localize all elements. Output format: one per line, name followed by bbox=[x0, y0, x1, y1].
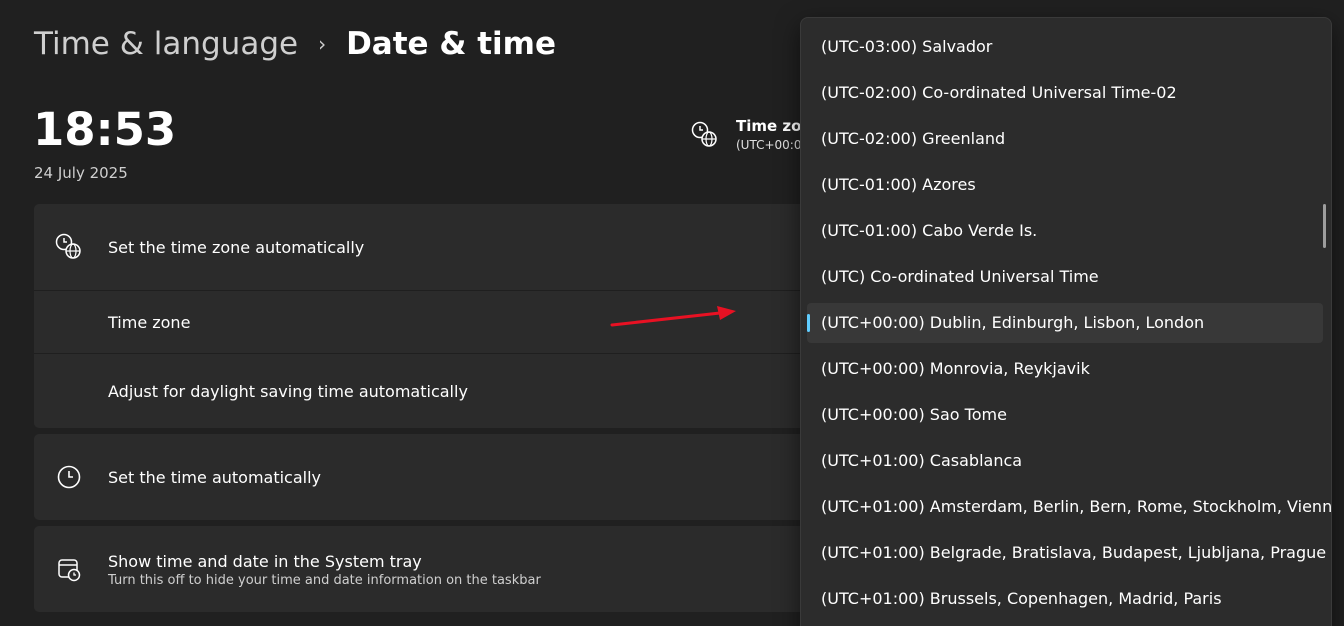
breadcrumb: Time & language › Date & time bbox=[34, 22, 556, 66]
current-time: 18:53 bbox=[33, 103, 177, 156]
timezone-option[interactable]: (UTC-02:00) Co-ordinated Universal Time-… bbox=[807, 73, 1323, 113]
timezone-option-label: (UTC+01:00) Amsterdam, Berlin, Bern, Rom… bbox=[821, 497, 1332, 516]
auto-time-card[interactable]: Set the time automatically bbox=[34, 434, 814, 520]
timezone-option-label: (UTC+01:00) Belgrade, Bratislava, Budape… bbox=[821, 543, 1327, 562]
system-tray-description: Turn this off to hide your time and date… bbox=[108, 573, 541, 588]
timezone-option-label: (UTC+00:00) Dublin, Edinburgh, Lisbon, L… bbox=[821, 313, 1205, 332]
timezone-option-label: (UTC-02:00) Co-ordinated Universal Time-… bbox=[821, 83, 1177, 102]
timezone-option[interactable]: (UTC+01:00) Casablanca bbox=[807, 441, 1323, 481]
timezone-option-label: (UTC-01:00) Azores bbox=[821, 175, 976, 194]
timezone-option[interactable]: (UTC-01:00) Cabo Verde Is. bbox=[807, 211, 1323, 251]
clock-globe-icon bbox=[54, 232, 84, 262]
calendar-clock-icon bbox=[54, 554, 84, 584]
timezone-summary-value: (UTC+00:0 bbox=[736, 138, 802, 152]
timezone-option-label: (UTC+01:00) Casablanca bbox=[821, 451, 1023, 470]
red-arrow-annotation bbox=[610, 306, 736, 327]
clock-globe-icon bbox=[690, 120, 720, 150]
system-tray-label: Show time and date in the System tray bbox=[108, 552, 422, 571]
date-time-settings-page: Time & language › Date & time 18:53 24 J… bbox=[0, 0, 1344, 626]
dropdown-scrollbar[interactable] bbox=[1323, 204, 1326, 248]
timezone-option-label: (UTC-02:00) Greenland bbox=[821, 129, 1006, 148]
timezone-dropdown-list[interactable]: (UTC-03:00) Salvador (UTC-02:00) Co-ordin… bbox=[800, 17, 1332, 626]
timezone-option[interactable]: (UTC-01:00) Azores bbox=[807, 165, 1323, 205]
daylight-saving-row[interactable]: Adjust for daylight saving time automati… bbox=[34, 354, 814, 428]
auto-timezone-label: Set the time zone automatically bbox=[108, 238, 365, 257]
timezone-summary-title: Time zo bbox=[736, 117, 802, 135]
auto-time-label: Set the time automatically bbox=[108, 468, 322, 487]
auto-timezone-row[interactable]: Set the time zone automatically bbox=[34, 204, 814, 291]
timezone-option[interactable]: (UTC+01:00) Amsterdam, Berlin, Bern, Rom… bbox=[807, 487, 1331, 527]
timezone-option[interactable]: (UTC+01:00) Brussels, Copenhagen, Madrid… bbox=[807, 579, 1323, 619]
breadcrumb-time-language[interactable]: Time & language bbox=[34, 22, 298, 66]
clock-icon bbox=[54, 462, 84, 492]
timezone-option-label: (UTC) Co-ordinated Universal Time bbox=[821, 267, 1099, 286]
timezone-option-label: (UTC+00:00) Sao Tome bbox=[821, 405, 1007, 424]
daylight-saving-label: Adjust for daylight saving time automati… bbox=[108, 382, 468, 401]
chevron-right-icon: › bbox=[318, 32, 327, 56]
timezone-option-label: (UTC-03:00) Salvador bbox=[821, 37, 993, 56]
system-tray-card[interactable]: Show time and date in the System tray Tu… bbox=[34, 526, 814, 612]
timezone-option[interactable]: (UTC+00:00) Dublin, Edinburgh, Lisbon, L… bbox=[807, 303, 1323, 343]
timezone-option[interactable]: (UTC-03:00) Salvador bbox=[807, 27, 1323, 67]
timezone-option[interactable]: (UTC+00:00) Sao Tome bbox=[807, 395, 1323, 435]
timezone-option[interactable]: (UTC+01:00) Belgrade, Bratislava, Budape… bbox=[807, 533, 1327, 573]
current-date: 24 July 2025 bbox=[34, 164, 128, 182]
timezone-option-label: (UTC+01:00) Brussels, Copenhagen, Madrid… bbox=[821, 589, 1222, 608]
timezone-summary: Time zo (UTC+00:0 bbox=[690, 116, 801, 154]
timezone-label: Time zone bbox=[108, 313, 191, 332]
timezone-option-label: (UTC-01:00) Cabo Verde Is. bbox=[821, 221, 1038, 240]
page-title: Date & time bbox=[346, 26, 556, 62]
timezone-option[interactable]: (UTC+00:00) Monrovia, Reykjavik bbox=[807, 349, 1323, 389]
timezone-option[interactable]: (UTC-02:00) Greenland bbox=[807, 119, 1323, 159]
timezone-option[interactable]: (UTC) Co-ordinated Universal Time bbox=[807, 257, 1323, 297]
selected-indicator bbox=[807, 314, 810, 332]
timezone-option-label: (UTC+00:00) Monrovia, Reykjavik bbox=[821, 359, 1090, 378]
